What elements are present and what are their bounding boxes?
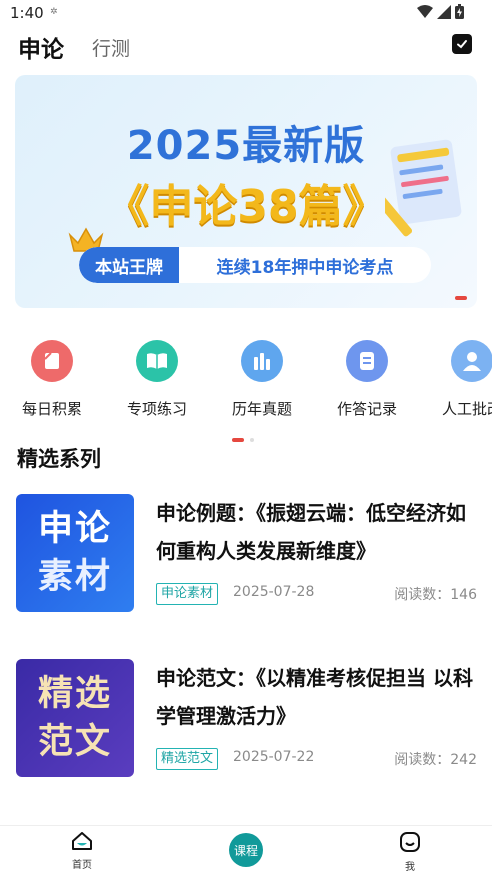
face-icon	[400, 832, 420, 852]
bars-icon	[241, 340, 283, 382]
menu-label: 作答记录	[336, 400, 397, 418]
system-icons	[417, 4, 464, 19]
article-title: 申论范文：《以精准考核促担当 以科学管理激活力》	[156, 666, 473, 728]
person-icon	[451, 340, 492, 382]
article-reads: 阅读数：146	[394, 587, 477, 603]
check-icon	[457, 40, 467, 49]
ribbon-right: 连续18年押中申论考点	[216, 257, 394, 278]
book-icon	[136, 340, 178, 382]
tab-xingce[interactable]: 行测	[92, 34, 130, 61]
thumb-line1: 精选	[37, 674, 112, 714]
menu-item-practice[interactable]: 专项练习	[112, 340, 202, 419]
article-card[interactable]: 精选 范文 申论范文：《以精准考核促担当 以科学管理激活力》 精选范文 2025…	[15, 659, 477, 779]
bottom-nav: 首页 课程 我	[0, 825, 492, 875]
status-time: 1:40	[10, 4, 44, 22]
nav-home-label: 首页	[72, 860, 92, 871]
wifi-icon	[417, 4, 433, 18]
menu-label: 每日积累	[21, 400, 82, 418]
nav-home[interactable]: 首页	[52, 832, 112, 871]
menu-label: 专项练习	[126, 400, 187, 418]
article-reads: 阅读数：242	[394, 752, 477, 768]
menu-item-daily[interactable]: 每日积累	[7, 340, 97, 419]
signal-icon	[437, 4, 451, 19]
nav-me[interactable]: 我	[380, 832, 440, 873]
article-tag: 申论素材	[156, 583, 219, 605]
banner-indicator	[455, 296, 467, 300]
notebook-pencil-icon	[385, 139, 462, 237]
menu-pager	[232, 438, 254, 442]
quick-menu: 每日积累 专项练习 历年真题 作答记录 人工批改	[0, 340, 492, 425]
menu-label: 历年真题	[231, 400, 292, 418]
home-icon	[72, 832, 92, 850]
menu-item-review[interactable]: 人工批改	[427, 340, 492, 419]
article-date: 2025-07-28	[233, 584, 315, 600]
status-bar: 1:40 ✲	[0, 0, 492, 28]
weather-snow-icon: ✲	[50, 7, 58, 17]
section-title: 精选系列	[17, 447, 101, 471]
battery-icon	[455, 4, 464, 19]
top-tabs: 申论 行测	[0, 28, 492, 68]
nav-course[interactable]: 课程	[229, 833, 263, 867]
pager-dot	[250, 438, 254, 442]
promo-banner[interactable]: 2025最新版 《申论38篇》 本站王牌 连续18年押中申论考点	[15, 75, 477, 308]
article-date: 2025-07-22	[233, 749, 315, 765]
daily-note-icon	[31, 340, 73, 382]
menu-item-records[interactable]: 作答记录	[322, 340, 412, 419]
article-title: 申论例题：《振翅云端：低空经济如何重构人类发展新维度》	[156, 501, 466, 563]
tab-shenlun[interactable]: 申论	[18, 30, 64, 64]
article-card[interactable]: 申论 素材 申论例题：《振翅云端：低空经济如何重构人类发展新维度》 申论素材 2…	[15, 494, 477, 614]
article-thumbnail: 申论 素材	[16, 494, 134, 612]
thumb-line2: 素材	[37, 557, 112, 597]
thumb-line1: 申论	[37, 509, 112, 549]
record-icon	[346, 340, 388, 382]
checkin-button[interactable]	[452, 34, 472, 54]
banner-ribbon: 本站王牌 连续18年押中申论考点	[79, 247, 431, 283]
menu-item-past-exams[interactable]: 历年真题	[217, 340, 307, 419]
ribbon-left: 本站王牌	[79, 247, 179, 283]
nav-me-label: 我	[405, 862, 415, 873]
article-thumbnail: 精选 范文	[16, 659, 134, 777]
pager-dot-active	[232, 438, 244, 442]
menu-label: 人工批改	[441, 400, 492, 418]
thumb-line2: 范文	[37, 722, 112, 762]
article-tag: 精选范文	[156, 748, 219, 770]
